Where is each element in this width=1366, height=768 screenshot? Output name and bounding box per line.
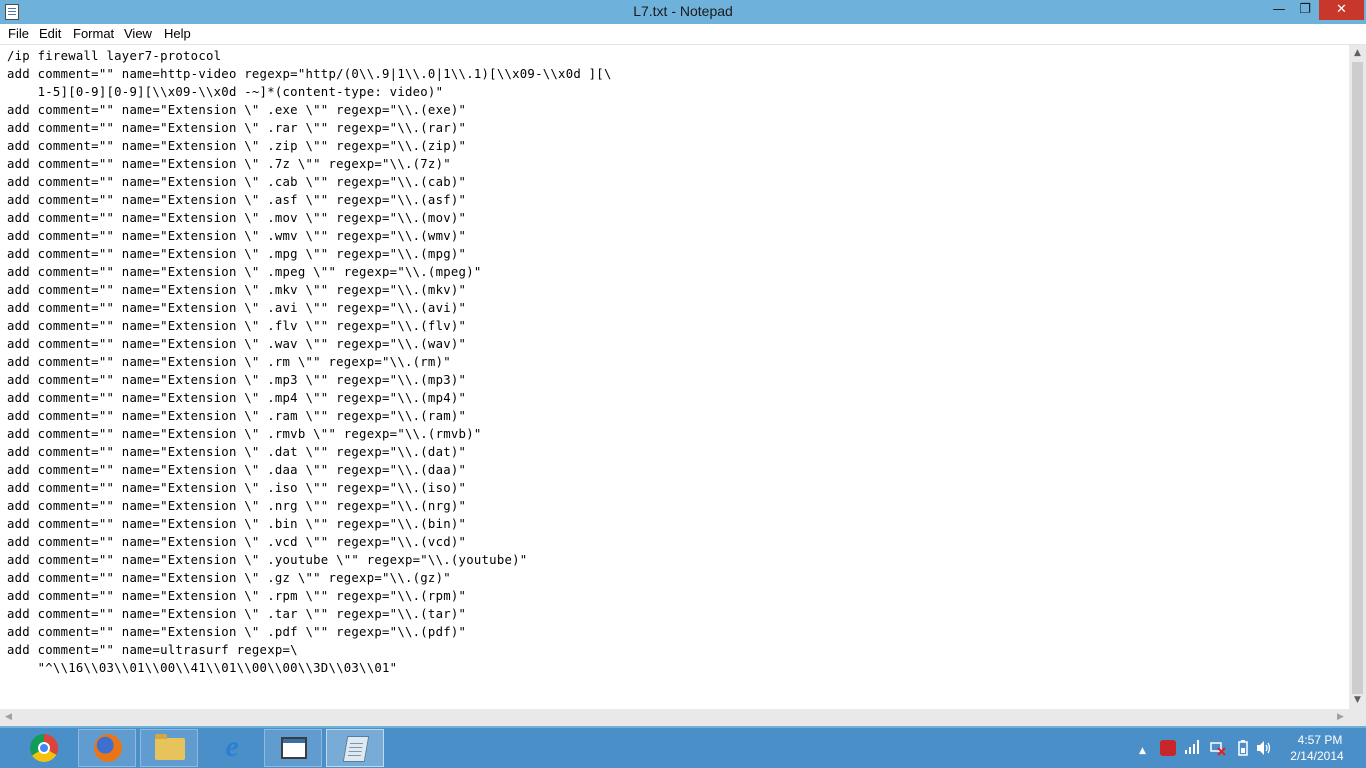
vertical-scrollbar[interactable]: ▲ ▼: [1349, 45, 1366, 709]
text-line[interactable]: add comment="" name="Extension \" .rpm \…: [7, 589, 466, 603]
text-line[interactable]: add comment="" name="Extension \" .rm \"…: [7, 355, 451, 369]
menu-file[interactable]: File: [8, 26, 29, 41]
horizontal-scrollbar[interactable]: ◀ ▶: [0, 709, 1349, 726]
text-line[interactable]: add comment="" name="Extension \" .rmvb …: [7, 427, 482, 441]
text-line[interactable]: add comment="" name="Extension \" .mp4 \…: [7, 391, 466, 405]
text-line[interactable]: add comment="" name="Extension \" .iso \…: [7, 481, 466, 495]
minimize-button[interactable]: —: [1266, 0, 1292, 20]
text-line[interactable]: add comment="" name="Extension \" .vcd \…: [7, 535, 466, 549]
clock-date[interactable]: 2/14/2014: [1283, 749, 1351, 763]
menu-bar: File Edit Format View Help: [0, 24, 1366, 45]
text-line[interactable]: 1-5][0-9][0-9][\\x09-\\x0d -~]*(content-…: [7, 85, 443, 99]
text-line[interactable]: add comment="" name="Extension \" .dat \…: [7, 445, 466, 459]
text-line[interactable]: add comment="" name="Extension \" .wav \…: [7, 337, 466, 351]
text-line[interactable]: add comment="" name="Extension \" .7z \"…: [7, 157, 451, 171]
text-line[interactable]: add comment="" name="Extension \" .mov \…: [7, 211, 466, 225]
text-line[interactable]: add comment="" name="Extension \" .mpg \…: [7, 247, 466, 261]
menu-edit[interactable]: Edit: [39, 26, 61, 41]
close-button[interactable]: ✕: [1319, 0, 1364, 20]
text-line[interactable]: add comment="" name="Extension \" .mpeg …: [7, 265, 482, 279]
window-app-icon: [281, 737, 307, 759]
taskbar-file-explorer[interactable]: [140, 729, 198, 767]
text-line[interactable]: add comment="" name="Extension \" .avi \…: [7, 301, 466, 315]
taskbar: e ▲ 4:57 PM 2/14/2014: [0, 728, 1366, 768]
size-grip[interactable]: [1349, 709, 1366, 726]
taskbar-internet-explorer[interactable]: e: [202, 729, 260, 767]
taskbar-firefox[interactable]: [78, 729, 136, 767]
network-warning-icon[interactable]: [1210, 740, 1226, 761]
menu-view[interactable]: View: [124, 26, 152, 41]
text-line[interactable]: add comment="" name="Extension \" .wmv \…: [7, 229, 466, 243]
text-line[interactable]: add comment="" name="Extension \" .cab \…: [7, 175, 466, 189]
restore-button[interactable]: ❐: [1292, 0, 1318, 20]
text-line[interactable]: add comment="" name="Extension \" .bin \…: [7, 517, 466, 531]
chrome-icon: [30, 734, 58, 762]
text-line[interactable]: add comment="" name="Extension \" .flv \…: [7, 319, 466, 333]
text-line[interactable]: add comment="" name="Extension \" .pdf \…: [7, 625, 466, 639]
text-line[interactable]: add comment="" name="Extension \" .zip \…: [7, 139, 466, 153]
text-line[interactable]: add comment="" name="Extension \" .rar \…: [7, 121, 466, 135]
taskbar-notepad[interactable]: [326, 729, 384, 767]
text-line[interactable]: "^\\16\\03\\01\\00\\41\\01\\00\\00\\3D\\…: [7, 661, 397, 675]
text-line[interactable]: add comment="" name="Extension \" .tar \…: [7, 607, 466, 621]
scroll-up-icon[interactable]: ▲: [1349, 45, 1366, 62]
notepad-window: L7.txt - Notepad — ❐ ✕ File Edit Format …: [0, 0, 1366, 728]
vertical-scroll-thumb[interactable]: [1352, 62, 1363, 694]
clock-time[interactable]: 4:57 PM: [1290, 733, 1350, 747]
text-line[interactable]: add comment="" name="Extension \" .mkv \…: [7, 283, 466, 297]
taskbar-chrome[interactable]: [16, 729, 74, 767]
text-line[interactable]: add comment="" name="Extension \" .gz \"…: [7, 571, 451, 585]
notepad-icon: [342, 736, 370, 762]
battery-icon[interactable]: [1238, 740, 1248, 761]
text-line[interactable]: add comment="" name="Extension \" .daa \…: [7, 463, 466, 477]
antivirus-icon[interactable]: [1160, 740, 1176, 756]
signal-bars-icon[interactable]: [1185, 740, 1201, 759]
show-hidden-icons-icon[interactable]: ▲: [1139, 743, 1146, 759]
internet-explorer-icon: e: [225, 730, 239, 763]
document-text[interactable]: /ip firewall layer7-protocol add comment…: [0, 45, 1349, 677]
taskbar-window-app[interactable]: [264, 729, 322, 767]
text-line[interactable]: add comment="" name="Extension \" .youtu…: [7, 553, 527, 567]
scroll-right-icon[interactable]: ▶: [1332, 709, 1349, 726]
text-line[interactable]: /ip firewall layer7-protocol: [7, 49, 221, 63]
scroll-down-icon[interactable]: ▼: [1349, 692, 1366, 709]
text-line[interactable]: add comment="" name=ultrasurf regexp=\: [7, 643, 298, 657]
menu-help[interactable]: Help: [164, 26, 191, 41]
text-editor[interactable]: /ip firewall layer7-protocol add comment…: [0, 45, 1349, 709]
scroll-left-icon[interactable]: ◀: [0, 709, 17, 726]
text-line[interactable]: add comment="" name=http-video regexp="h…: [7, 67, 612, 81]
file-explorer-icon: [155, 734, 185, 760]
text-line[interactable]: add comment="" name="Extension \" .asf \…: [7, 193, 466, 207]
text-line[interactable]: add comment="" name="Extension \" .nrg \…: [7, 499, 466, 513]
text-line[interactable]: add comment="" name="Extension \" .exe \…: [7, 103, 466, 117]
firefox-icon: [94, 734, 122, 762]
text-line[interactable]: add comment="" name="Extension \" .mp3 \…: [7, 373, 466, 387]
volume-icon[interactable]: [1256, 740, 1272, 761]
title-bar[interactable]: L7.txt - Notepad — ❐ ✕: [0, 0, 1366, 24]
menu-format[interactable]: Format: [73, 26, 114, 41]
text-line[interactable]: add comment="" name="Extension \" .ram \…: [7, 409, 466, 423]
window-title: L7.txt - Notepad: [633, 3, 733, 19]
